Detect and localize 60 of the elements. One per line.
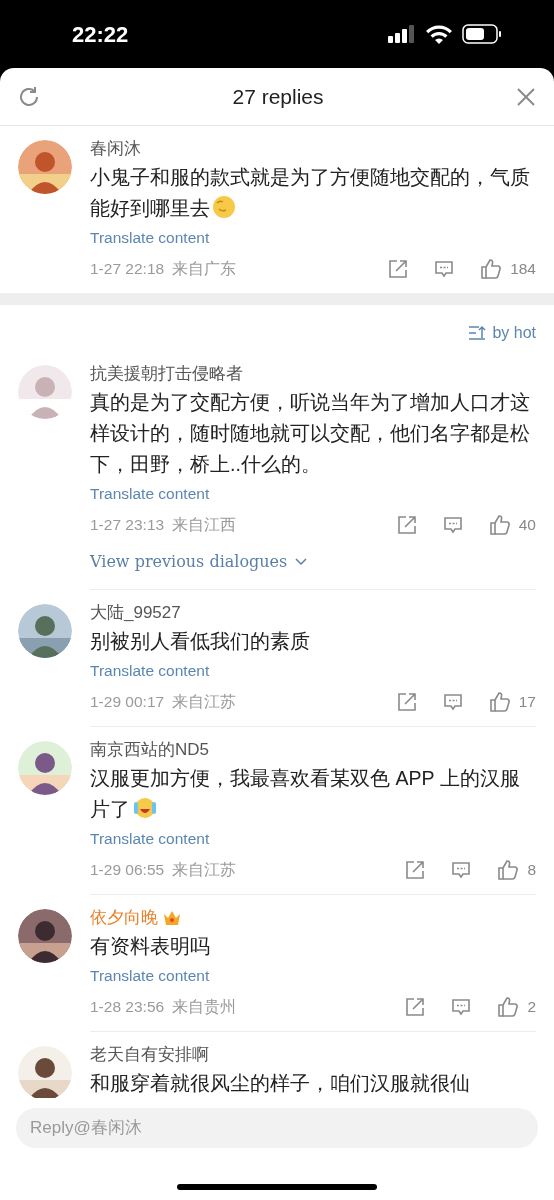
comment-time: 1-28 23:56: [90, 997, 165, 1018]
thumbs-up-icon[interactable]: [488, 691, 511, 713]
like-count: 40: [518, 515, 536, 536]
like-count: 2: [527, 997, 536, 1018]
user-name[interactable]: 依夕向晚: [90, 905, 158, 931]
comment-location: 来自江苏: [172, 860, 237, 881]
translate-link[interactable]: Translate content: [90, 229, 210, 246]
comment-time: 1-27 22:18: [90, 259, 165, 280]
comment-icon[interactable]: [451, 860, 472, 880]
crown-icon: [162, 909, 182, 927]
comment-location: 来自江苏: [172, 692, 237, 713]
signal-icon: [388, 25, 416, 43]
thumbs-up-icon[interactable]: [480, 258, 503, 280]
user-name[interactable]: 抗美援朝打击侵略者: [90, 361, 243, 387]
translate-link[interactable]: Translate content: [90, 662, 210, 679]
thumbs-up-icon[interactable]: [497, 859, 520, 881]
comment-location: 来自贵州: [172, 997, 237, 1018]
status-time: 22:22: [72, 20, 129, 49]
battery-icon: [462, 24, 502, 44]
refresh-icon[interactable]: [18, 85, 40, 108]
translate-link[interactable]: Translate content: [90, 485, 210, 502]
sort-button[interactable]: by hot: [468, 321, 536, 345]
comment-text: 有资料表明吗: [90, 934, 211, 959]
like-count: 17: [518, 692, 536, 713]
comment-icon[interactable]: [451, 997, 472, 1017]
comment-time: 1-29 06:55: [90, 860, 165, 881]
comment-text: 和服穿着就很风尘的样子，咱们汉服就很仙: [90, 1071, 471, 1096]
comment-text: 汉服更加方便，我最喜欢看某双色 APP 上的汉服片了: [90, 766, 521, 822]
reply-field[interactable]: Reply@春闲沐: [16, 1108, 538, 1148]
user-name[interactable]: 大陆_99527: [90, 600, 181, 626]
comment-icon[interactable]: [442, 692, 463, 712]
user-name[interactable]: 春闲沐: [90, 136, 141, 162]
thumbs-up-icon[interactable]: [488, 514, 511, 536]
user-name[interactable]: 老天自有安排啊: [90, 1042, 209, 1068]
comment-time: 1-27 23:13: [90, 515, 165, 536]
wifi-icon: [426, 24, 452, 44]
close-icon[interactable]: [516, 86, 536, 107]
share-icon[interactable]: [405, 860, 426, 880]
view-dialogues-link[interactable]: View previous dialogues: [90, 550, 308, 574]
chevron-down-icon: [295, 558, 308, 566]
share-icon[interactable]: [396, 692, 417, 712]
comment-location: 来自广东: [172, 259, 237, 280]
comment-icon[interactable]: [442, 515, 463, 535]
header-title: 27 replies: [231, 83, 325, 110]
comment-icon[interactable]: [434, 259, 455, 279]
comment-text: 小鬼子和服的款式就是为了方便随地交配的，气质能好到哪里去: [90, 165, 531, 221]
translate-link[interactable]: Translate content: [90, 830, 210, 847]
like-count: 184: [510, 259, 536, 280]
translate-link[interactable]: Translate content: [90, 967, 210, 984]
comment-time: 1-29 00:17: [90, 692, 165, 713]
comment-text: 真的是为了交配方便，听说当年为了增加人口才这样设计的，随时随地就可以交配，他们名字都是松下，田野，桥上..什么的。: [90, 390, 531, 477]
user-name[interactable]: 南京西站的ND5: [90, 737, 209, 763]
sort-icon: [468, 325, 487, 341]
like-count: 8: [527, 860, 536, 881]
comment-text: 别被别人看低我们的素质: [90, 629, 311, 654]
share-icon[interactable]: [396, 515, 417, 535]
share-icon[interactable]: [405, 997, 426, 1017]
share-icon[interactable]: [388, 259, 409, 279]
thumbs-up-icon[interactable]: [497, 996, 520, 1018]
comment-location: 来自江西: [172, 515, 237, 536]
